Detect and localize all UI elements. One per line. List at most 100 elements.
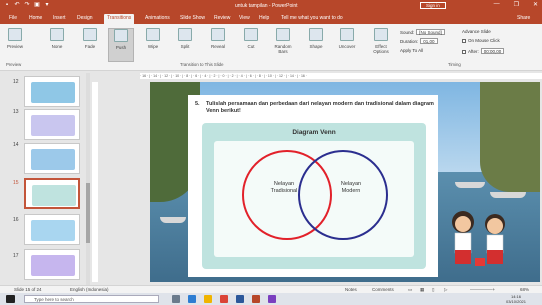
thumb-number: 12: [13, 79, 19, 85]
tab-view[interactable]: View: [236, 14, 253, 24]
transition-uncover[interactable]: Uncover: [334, 28, 360, 49]
redo-icon[interactable]: ↷: [24, 2, 30, 9]
venn-title: Diagram Venn: [292, 129, 336, 136]
start-icon[interactable]: [6, 295, 15, 303]
vertical-ruler: [92, 82, 98, 282]
transition-reveal-icon: [211, 28, 225, 41]
slide-thumbnail-12[interactable]: [24, 76, 80, 107]
word-icon[interactable]: [236, 295, 244, 303]
slide-thumbnail-13[interactable]: [24, 109, 80, 140]
transition-random-bars-icon: [276, 28, 290, 41]
tab-review[interactable]: Review: [211, 14, 233, 24]
thumb-number: 14: [13, 142, 19, 148]
venn-label-right: Nelayan Modern: [340, 181, 362, 194]
quick-access-toolbar: ▪ ↶ ↷ ▣ ▾: [4, 2, 50, 9]
duration-control[interactable]: Duration: 01,00: [400, 38, 438, 44]
title-bar: ▪ ↶ ↷ ▣ ▾ untuk tampilan - PowerPoint Si…: [0, 0, 542, 12]
taskbar-search-input[interactable]: Type here to search: [24, 295, 159, 303]
transition-none[interactable]: None: [44, 28, 70, 49]
after-checkbox[interactable]: After: 00:00,00: [462, 48, 505, 54]
file-explorer-icon[interactable]: [204, 295, 212, 303]
save-icon[interactable]: ▪: [4, 2, 10, 9]
slide-thumbnails-pane: 12 13 14 15 16 17: [0, 73, 90, 285]
slide-thumbnail-15[interactable]: [24, 178, 80, 209]
chrome-icon[interactable]: [220, 295, 228, 303]
slide-thumbnail-16[interactable]: [24, 214, 80, 245]
share-button[interactable]: Share: [514, 14, 533, 24]
on-mouse-click-checkbox[interactable]: On Mouse Click: [462, 38, 500, 43]
tab-file[interactable]: File: [6, 14, 20, 24]
question-card[interactable]: 5. Tulislah persamaan dan perbedaan dari…: [188, 95, 438, 277]
slide-thumbnail-14[interactable]: [24, 143, 80, 174]
transition-push[interactable]: Push: [108, 28, 134, 62]
notes-button[interactable]: Notes: [345, 287, 357, 292]
transition-push-icon: [114, 29, 128, 42]
tab-design[interactable]: Design: [74, 14, 96, 24]
language-indicator[interactable]: English (Indonesia): [70, 287, 109, 292]
tab-transitions[interactable]: Transitions: [104, 14, 135, 24]
thumbnails-scrollbar[interactable]: [86, 73, 90, 285]
clock[interactable]: 14:16 03/10/2021: [506, 294, 526, 304]
transition-cut-icon: [244, 28, 258, 41]
thumb-number: 16: [13, 217, 19, 223]
venn-panel: Diagram Venn Nelayan Tradisional Nelayan…: [202, 123, 426, 269]
slide-canvas[interactable]: 5. Tulislah persamaan dan perbedaan dari…: [150, 82, 540, 282]
venn-diagram: Nelayan Tradisional Nelayan Modern: [214, 141, 414, 257]
zoom-level[interactable]: 68%: [520, 287, 529, 292]
transition-fade[interactable]: Fade: [77, 28, 103, 49]
tell-me-search[interactable]: Tell me what you want to do: [278, 14, 346, 24]
customize-qat-icon[interactable]: ▾: [44, 2, 50, 9]
zoom-slider[interactable]: —————+: [470, 287, 495, 292]
group-label-preview: Preview: [6, 62, 22, 67]
window-title: untuk tampilan - PowerPoint: [235, 3, 298, 9]
tab-help[interactable]: Help: [256, 14, 272, 24]
ribbon-tabs: File Home Insert Design Transitions Anim…: [0, 12, 542, 24]
start-slideshow-icon[interactable]: ▣: [34, 2, 40, 9]
apply-to-all-button[interactable]: Apply To All: [400, 48, 423, 53]
transition-cut[interactable]: Cut: [238, 28, 264, 49]
duration-input[interactable]: 01,00: [420, 38, 438, 44]
app-icon[interactable]: [268, 295, 276, 303]
tab-animations[interactable]: Animations: [142, 14, 173, 24]
thumb-number: 17: [13, 253, 19, 259]
transition-reveal[interactable]: Reveal: [205, 28, 231, 49]
transition-shape-icon: [309, 28, 323, 41]
sound-dropdown[interactable]: [No Sound]: [416, 29, 445, 35]
preview-button[interactable]: Preview: [2, 28, 28, 49]
windows-taskbar: Type here to search 14:16 03/10/2021: [0, 293, 542, 305]
effect-options-icon: [374, 28, 388, 41]
boat: [490, 192, 526, 198]
transition-split[interactable]: Split: [172, 28, 198, 49]
transition-random-bars[interactable]: Random Bars: [270, 28, 296, 54]
slide-count: Slide 15 of 24: [14, 287, 42, 292]
group-label-timing: Timing: [448, 62, 461, 67]
slide-thumbnail-17[interactable]: [24, 249, 80, 280]
undo-icon[interactable]: ↶: [14, 2, 20, 9]
sound-control[interactable]: Sound: [No Sound]: [400, 29, 445, 35]
tab-home[interactable]: Home: [26, 14, 45, 24]
tab-insert[interactable]: Insert: [50, 14, 69, 24]
after-input[interactable]: 00:00,00: [480, 48, 505, 54]
tab-slide-show[interactable]: Slide Show: [177, 14, 208, 24]
question-text: Tulislah persamaan dan perbedaan dari ne…: [206, 101, 434, 114]
effect-options-button[interactable]: Effect Options: [368, 28, 394, 54]
powerpoint-icon[interactable]: [252, 295, 260, 303]
thumb-number: 15: [13, 180, 19, 186]
transition-shape[interactable]: Shape: [303, 28, 329, 49]
sign-in-button[interactable]: Sign in: [420, 2, 446, 9]
transition-split-icon: [178, 28, 192, 41]
minimize-button[interactable]: —: [494, 1, 500, 8]
transition-wipe[interactable]: Wipe: [140, 28, 166, 49]
restore-button[interactable]: ❐: [514, 1, 519, 8]
task-view-icon[interactable]: [172, 295, 180, 303]
question-number: 5.: [195, 101, 200, 107]
scrollbar-thumb[interactable]: [86, 183, 90, 243]
edge-icon[interactable]: [188, 295, 196, 303]
ribbon: Preview None Fade Push Wipe Split Reveal…: [0, 24, 542, 71]
comments-button[interactable]: Comments: [372, 287, 394, 292]
close-button[interactable]: ✕: [533, 1, 538, 8]
transition-none-icon: [50, 28, 64, 41]
transition-wipe-icon: [146, 28, 160, 41]
transition-uncover-icon: [340, 28, 354, 41]
boat: [455, 182, 485, 188]
